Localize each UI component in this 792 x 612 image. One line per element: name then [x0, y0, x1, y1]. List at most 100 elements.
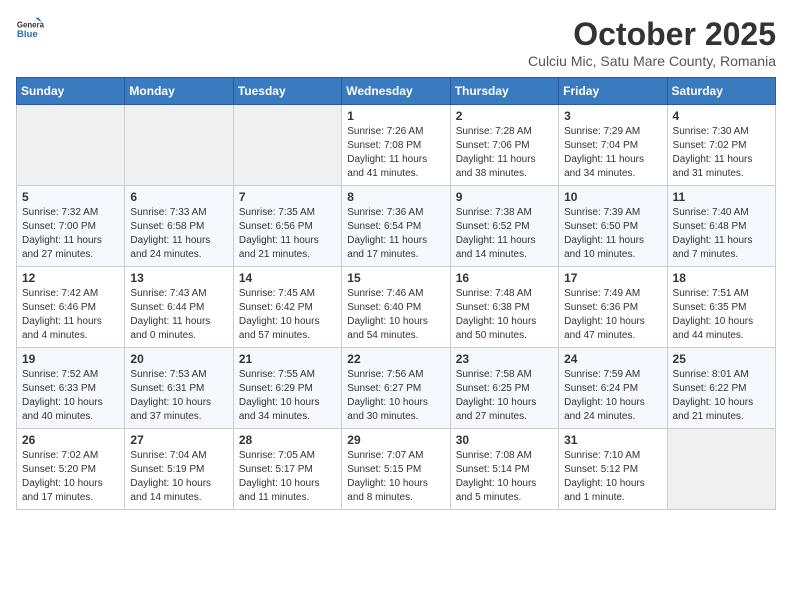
- day-info: Sunrise: 7:33 AM Sunset: 6:58 PM Dayligh…: [130, 206, 227, 262]
- location-title: Culciu Mic, Satu Mare County, Romania: [528, 53, 776, 69]
- day-number: 21: [239, 352, 336, 366]
- calendar-cell: 1 Sunrise: 7:26 AM Sunset: 7:08 PM Daylig…: [342, 105, 450, 186]
- day-number: 4: [673, 109, 770, 123]
- svg-text:General: General: [17, 20, 44, 29]
- day-number: 11: [673, 190, 770, 204]
- day-info: Sunrise: 7:35 AM Sunset: 6:56 PM Dayligh…: [239, 206, 336, 262]
- calendar-cell: 20 Sunrise: 7:53 AM Sunset: 6:31 PM Dayli…: [125, 348, 233, 429]
- calendar-cell: [233, 105, 341, 186]
- day-number: 17: [564, 271, 661, 285]
- title-block: October 2025 Culciu Mic, Satu Mare Count…: [528, 16, 776, 69]
- day-info: Sunrise: 7:10 AM Sunset: 5:12 PM Dayligh…: [564, 449, 661, 505]
- calendar-cell: 27 Sunrise: 7:04 AM Sunset: 5:19 PM Dayli…: [125, 429, 233, 510]
- day-number: 14: [239, 271, 336, 285]
- page-header: General Blue October 2025 Culciu Mic, Sa…: [16, 16, 776, 69]
- calendar-cell: 21 Sunrise: 7:55 AM Sunset: 6:29 PM Dayli…: [233, 348, 341, 429]
- day-number: 27: [130, 433, 227, 447]
- day-info: Sunrise: 7:55 AM Sunset: 6:29 PM Dayligh…: [239, 368, 336, 424]
- weekday-header-sunday: Sunday: [17, 78, 125, 105]
- day-info: Sunrise: 7:58 AM Sunset: 6:25 PM Dayligh…: [456, 368, 553, 424]
- calendar-cell: 2 Sunrise: 7:28 AM Sunset: 7:06 PM Daylig…: [450, 105, 558, 186]
- calendar-cell: 31 Sunrise: 7:10 AM Sunset: 5:12 PM Dayli…: [559, 429, 667, 510]
- logo: General Blue: [16, 16, 44, 44]
- calendar-cell: 4 Sunrise: 7:30 AM Sunset: 7:02 PM Daylig…: [667, 105, 775, 186]
- day-number: 6: [130, 190, 227, 204]
- calendar-cell: 29Sunrise: 7:07 AM Sunset: 5:15 PM Dayli…: [342, 429, 450, 510]
- day-number: 15: [347, 271, 444, 285]
- day-number: 10: [564, 190, 661, 204]
- month-title: October 2025: [528, 16, 776, 53]
- day-number: 22: [347, 352, 444, 366]
- day-number: 9: [456, 190, 553, 204]
- calendar-cell: 19 Sunrise: 7:52 AM Sunset: 6:33 PM Dayli…: [17, 348, 125, 429]
- day-number: 8: [347, 190, 444, 204]
- day-info: Sunrise: 7:38 AM Sunset: 6:52 PM Dayligh…: [456, 206, 553, 262]
- calendar-table: SundayMondayTuesdayWednesdayThursdayFrid…: [16, 77, 776, 510]
- svg-text:Blue: Blue: [17, 29, 38, 40]
- day-info: Sunrise: 7:43 AM Sunset: 6:44 PM Dayligh…: [130, 287, 227, 343]
- calendar-week-row: 12Sunrise: 7:42 AM Sunset: 6:46 PM Dayli…: [17, 267, 776, 348]
- calendar-week-row: 5Sunrise: 7:32 AM Sunset: 7:00 PM Daylig…: [17, 186, 776, 267]
- day-number: 20: [130, 352, 227, 366]
- calendar-cell: 8 Sunrise: 7:36 AM Sunset: 6:54 PM Daylig…: [342, 186, 450, 267]
- day-number: 2: [456, 109, 553, 123]
- weekday-header-saturday: Saturday: [667, 78, 775, 105]
- day-info: Sunrise: 7:49 AM Sunset: 6:36 PM Dayligh…: [564, 287, 661, 343]
- calendar-cell: 11Sunrise: 7:40 AM Sunset: 6:48 PM Dayli…: [667, 186, 775, 267]
- day-info: Sunrise: 7:46 AM Sunset: 6:40 PM Dayligh…: [347, 287, 444, 343]
- day-info: Sunrise: 7:30 AM Sunset: 7:02 PM Dayligh…: [673, 125, 770, 181]
- day-info: Sunrise: 7:45 AM Sunset: 6:42 PM Dayligh…: [239, 287, 336, 343]
- day-number: 16: [456, 271, 553, 285]
- day-info: Sunrise: 8:01 AM Sunset: 6:22 PM Dayligh…: [673, 368, 770, 424]
- calendar-cell: 28Sunrise: 7:05 AM Sunset: 5:17 PM Dayli…: [233, 429, 341, 510]
- calendar-body: 1 Sunrise: 7:26 AM Sunset: 7:08 PM Daylig…: [17, 105, 776, 510]
- day-number: 7: [239, 190, 336, 204]
- calendar-cell: 17 Sunrise: 7:49 AM Sunset: 6:36 PM Dayli…: [559, 267, 667, 348]
- day-number: 18: [673, 271, 770, 285]
- day-number: 25: [673, 352, 770, 366]
- calendar-cell: 14 Sunrise: 7:45 AM Sunset: 6:42 PM Dayli…: [233, 267, 341, 348]
- day-number: 28: [239, 433, 336, 447]
- weekday-header-thursday: Thursday: [450, 78, 558, 105]
- calendar-week-row: 19 Sunrise: 7:52 AM Sunset: 6:33 PM Dayli…: [17, 348, 776, 429]
- day-info: Sunrise: 7:28 AM Sunset: 7:06 PM Dayligh…: [456, 125, 553, 181]
- day-info: Sunrise: 7:08 AM Sunset: 5:14 PM Dayligh…: [456, 449, 553, 505]
- calendar-week-row: 26Sunrise: 7:02 AM Sunset: 5:20 PM Dayli…: [17, 429, 776, 510]
- calendar-cell: 6 Sunrise: 7:33 AM Sunset: 6:58 PM Daylig…: [125, 186, 233, 267]
- calendar-cell: 24Sunrise: 7:59 AM Sunset: 6:24 PM Dayli…: [559, 348, 667, 429]
- day-info: Sunrise: 7:52 AM Sunset: 6:33 PM Dayligh…: [22, 368, 119, 424]
- calendar-cell: 30 Sunrise: 7:08 AM Sunset: 5:14 PM Dayli…: [450, 429, 558, 510]
- day-info: Sunrise: 7:26 AM Sunset: 7:08 PM Dayligh…: [347, 125, 444, 181]
- day-info: Sunrise: 7:36 AM Sunset: 6:54 PM Dayligh…: [347, 206, 444, 262]
- calendar-cell: 12Sunrise: 7:42 AM Sunset: 6:46 PM Dayli…: [17, 267, 125, 348]
- weekday-header-wednesday: Wednesday: [342, 78, 450, 105]
- calendar-cell: [667, 429, 775, 510]
- day-info: Sunrise: 7:56 AM Sunset: 6:27 PM Dayligh…: [347, 368, 444, 424]
- calendar-cell: [125, 105, 233, 186]
- calendar-cell: 15 Sunrise: 7:46 AM Sunset: 6:40 PM Dayli…: [342, 267, 450, 348]
- weekday-header-monday: Monday: [125, 78, 233, 105]
- day-info: Sunrise: 7:42 AM Sunset: 6:46 PM Dayligh…: [22, 287, 119, 343]
- day-info: Sunrise: 7:53 AM Sunset: 6:31 PM Dayligh…: [130, 368, 227, 424]
- day-number: 23: [456, 352, 553, 366]
- weekday-header-tuesday: Tuesday: [233, 78, 341, 105]
- day-info: Sunrise: 7:07 AM Sunset: 5:15 PM Dayligh…: [347, 449, 444, 505]
- calendar-cell: 16Sunrise: 7:48 AM Sunset: 6:38 PM Dayli…: [450, 267, 558, 348]
- weekday-header-friday: Friday: [559, 78, 667, 105]
- calendar-week-row: 1 Sunrise: 7:26 AM Sunset: 7:08 PM Daylig…: [17, 105, 776, 186]
- day-info: Sunrise: 7:04 AM Sunset: 5:19 PM Dayligh…: [130, 449, 227, 505]
- day-info: Sunrise: 7:32 AM Sunset: 7:00 PM Dayligh…: [22, 206, 119, 262]
- day-number: 1: [347, 109, 444, 123]
- calendar-cell: 23 Sunrise: 7:58 AM Sunset: 6:25 PM Dayli…: [450, 348, 558, 429]
- day-number: 30: [456, 433, 553, 447]
- day-number: 19: [22, 352, 119, 366]
- calendar-cell: 13Sunrise: 7:43 AM Sunset: 6:44 PM Dayli…: [125, 267, 233, 348]
- calendar-cell: 9 Sunrise: 7:38 AM Sunset: 6:52 PM Daylig…: [450, 186, 558, 267]
- day-number: 26: [22, 433, 119, 447]
- day-number: 31: [564, 433, 661, 447]
- day-info: Sunrise: 7:51 AM Sunset: 6:35 PM Dayligh…: [673, 287, 770, 343]
- calendar-cell: 10Sunrise: 7:39 AM Sunset: 6:50 PM Dayli…: [559, 186, 667, 267]
- calendar-cell: 26Sunrise: 7:02 AM Sunset: 5:20 PM Dayli…: [17, 429, 125, 510]
- day-number: 3: [564, 109, 661, 123]
- calendar-cell: 7 Sunrise: 7:35 AM Sunset: 6:56 PM Daylig…: [233, 186, 341, 267]
